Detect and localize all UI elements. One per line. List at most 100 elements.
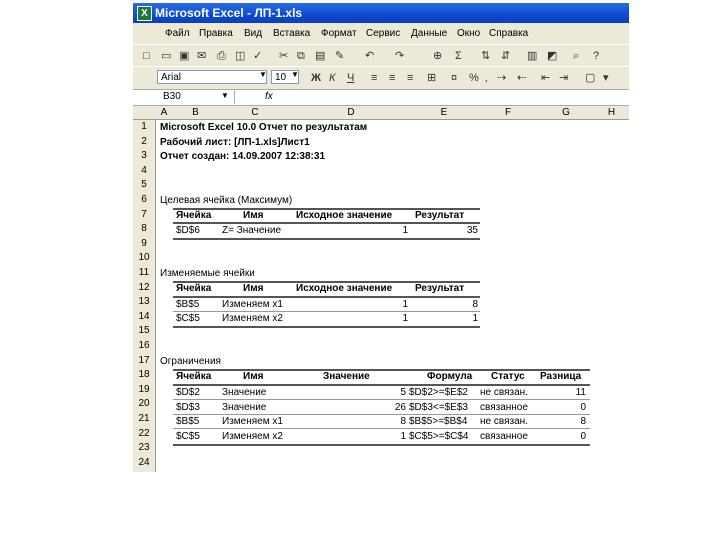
cell-grid[interactable]: Microsoft Excel 10.0 Отчет по результата… (156, 120, 629, 472)
column-header-h[interactable]: H (594, 107, 629, 118)
merge-center-icon[interactable]: ⊞ (427, 71, 436, 85)
row-header[interactable]: 16 (133, 339, 155, 354)
font-dropdown-icon[interactable]: ▼ (259, 70, 267, 79)
changing-header-initial: Исходное значение (296, 283, 393, 294)
help-icon[interactable]: ? (593, 49, 599, 63)
autosum-icon[interactable]: Σ (455, 49, 462, 63)
row-header[interactable]: 2 (133, 135, 155, 150)
zoom-icon[interactable]: ⌕ (573, 49, 579, 63)
open-icon[interactable]: ▭ (161, 49, 171, 63)
menu-help[interactable]: Справка (489, 28, 528, 39)
chart-icon[interactable]: ▥ (527, 49, 537, 63)
constraint-row4-slack: 0 (580, 431, 586, 442)
italic-icon[interactable]: К (329, 71, 335, 85)
row-header[interactable]: 21 (133, 412, 155, 427)
changing-row2-name: Изменяем x2 (222, 313, 283, 324)
column-header-g[interactable]: G (538, 107, 594, 118)
row-header[interactable]: 19 (133, 383, 155, 398)
font-name-box[interactable]: Arial (157, 70, 267, 84)
constraint-row3-status: не связан. (480, 416, 528, 427)
preview-icon[interactable]: ◫ (235, 49, 245, 63)
row-header[interactable]: 7 (133, 208, 155, 223)
row-header[interactable]: 8 (133, 222, 155, 237)
column-header-d[interactable]: D (292, 107, 410, 118)
align-left-icon[interactable]: ≡ (371, 71, 377, 85)
decrease-decimal-icon[interactable]: ⇠ (517, 71, 526, 85)
row-header[interactable]: 24 (133, 456, 155, 471)
row-header[interactable]: 22 (133, 427, 155, 442)
excel-window: X Microsoft Excel - ЛП-1.xls Файл Правка… (133, 3, 629, 472)
spelling-icon[interactable]: ✓ (253, 49, 262, 63)
increase-indent-icon[interactable]: ⇥ (559, 71, 568, 85)
menu-tools[interactable]: Сервис (366, 28, 400, 39)
format-painter-icon[interactable]: ✎ (335, 49, 344, 63)
sort-descending-icon[interactable]: ⇵ (501, 49, 510, 63)
constraint-row4-ref: $C$5 (176, 431, 200, 442)
row-header[interactable]: 10 (133, 251, 155, 266)
report-created: Отчет создан: 14.09.2007 12:38:31 (160, 151, 326, 162)
column-header-f[interactable]: F (478, 107, 538, 118)
undo-icon[interactable]: ↶ (365, 49, 374, 63)
print-icon[interactable]: ⎙ (217, 49, 226, 63)
row-header[interactable]: 14 (133, 310, 155, 325)
constraints-header-formula: Формула (427, 371, 473, 382)
underline-icon[interactable]: Ч (347, 71, 354, 85)
menu-file[interactable]: Файл (165, 28, 190, 39)
menu-data[interactable]: Данные (411, 28, 447, 39)
drawing-icon[interactable]: ◩ (547, 49, 557, 63)
increase-decimal-icon[interactable]: ⇢ (497, 71, 506, 85)
row-header[interactable]: 17 (133, 354, 155, 369)
row-header[interactable]: 18 (133, 368, 155, 383)
save-icon[interactable]: ▣ (179, 49, 189, 63)
percent-icon[interactable]: % (469, 71, 479, 85)
excel-app-icon: X (137, 6, 152, 21)
fx-icon[interactable]: fx (265, 90, 273, 104)
column-header-e[interactable]: E (410, 107, 478, 118)
constraint-row2-formula: $D$3<=$E$3 (409, 402, 468, 413)
changing-row1-name: Изменяем x1 (222, 299, 283, 310)
align-right-icon[interactable]: ≡ (407, 71, 413, 85)
target-cell-ref: $D$6 (176, 225, 200, 236)
report-title: Microsoft Excel 10.0 Отчет по результата… (160, 122, 368, 133)
constraints-header-slack: Разница (540, 371, 582, 382)
menu-view[interactable]: Вид (244, 28, 262, 39)
size-dropdown-icon[interactable]: ▼ (291, 70, 299, 79)
redo-icon[interactable]: ↷ (395, 49, 404, 63)
align-center-icon[interactable]: ≡ (389, 71, 395, 85)
paste-icon[interactable]: ▤ (315, 49, 325, 63)
menu-window[interactable]: Окно (457, 28, 480, 39)
sort-ascending-icon[interactable]: ⇅ (481, 49, 490, 63)
row-header[interactable]: 20 (133, 397, 155, 412)
email-icon[interactable]: ✉ (197, 49, 206, 63)
row-header[interactable]: 11 (133, 266, 155, 281)
borders-icon[interactable]: ▢ (585, 71, 595, 85)
menu-bar: Файл Правка Вид Вставка Формат Сервис Да… (133, 23, 629, 44)
copy-icon[interactable]: ⧉ (297, 49, 305, 63)
row-header[interactable]: 5 (133, 178, 155, 193)
menu-format[interactable]: Формат (321, 28, 357, 39)
currency-icon[interactable]: ¤ (451, 71, 457, 85)
row-header[interactable]: 6 (133, 193, 155, 208)
new-icon[interactable]: □ (143, 49, 150, 63)
name-box-dropdown-icon[interactable]: ▼ (221, 91, 229, 100)
row-header[interactable]: 15 (133, 324, 155, 339)
row-header[interactable]: 9 (133, 237, 155, 252)
column-header-c[interactable]: C (218, 107, 292, 118)
borders-dropdown-icon[interactable]: ▾ (603, 71, 609, 85)
row-header[interactable]: 1 (133, 120, 155, 135)
menu-insert[interactable]: Вставка (273, 28, 310, 39)
constraint-row1-formula: $D$2>=$E$2 (409, 387, 468, 398)
column-header-b[interactable]: B (173, 107, 218, 118)
hyperlink-icon[interactable]: ⊕ (433, 49, 442, 63)
menu-edit[interactable]: Правка (199, 28, 233, 39)
bold-icon[interactable]: Ж (311, 71, 321, 85)
column-header-a[interactable]: A (155, 107, 173, 118)
decrease-indent-icon[interactable]: ⇤ (541, 71, 550, 85)
cut-icon[interactable]: ✂ (279, 49, 288, 63)
row-header[interactable]: 3 (133, 149, 155, 164)
row-header[interactable]: 12 (133, 281, 155, 296)
row-header[interactable]: 4 (133, 164, 155, 179)
row-header[interactable]: 13 (133, 295, 155, 310)
comma-style-icon[interactable]: ‚ (485, 71, 487, 85)
row-header[interactable]: 23 (133, 441, 155, 456)
